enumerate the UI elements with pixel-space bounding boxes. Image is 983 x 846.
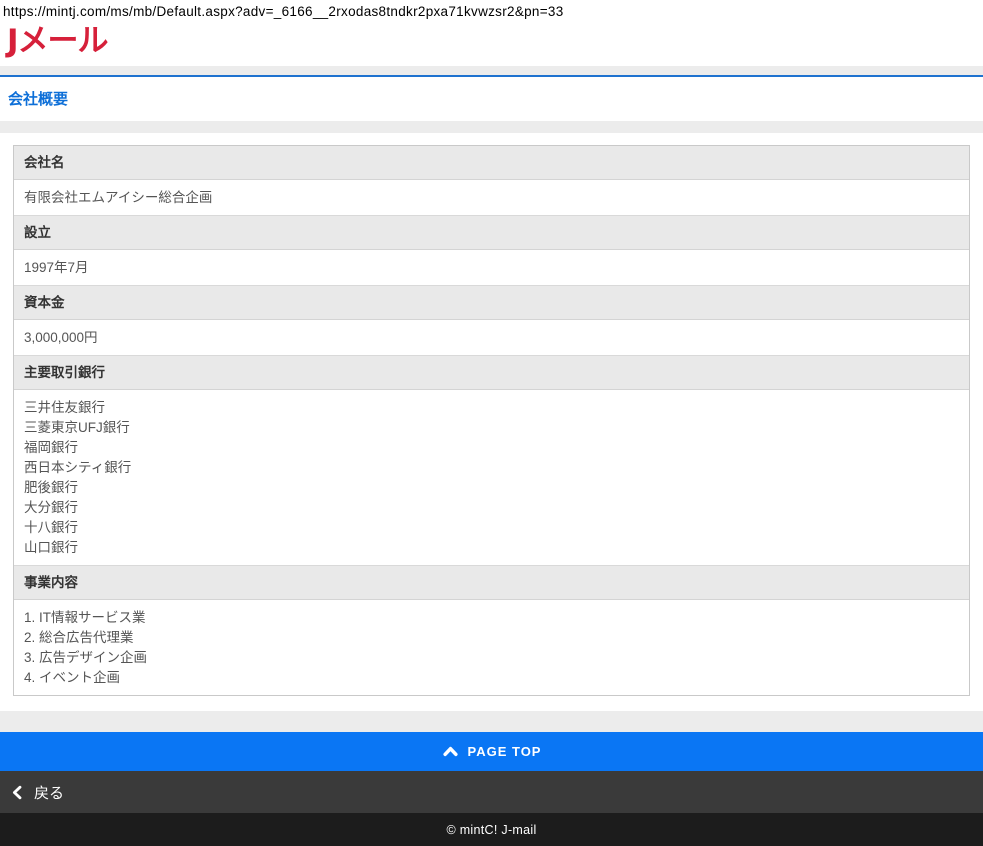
table-value-line: 3. 広告デザイン企画	[24, 648, 959, 668]
table-value-line: 4. イベント企画	[24, 668, 959, 688]
table-value-line: 大分銀行	[24, 498, 959, 518]
table-value-line: 有限会社エムアイシー総合企画	[24, 188, 959, 208]
table-row-header: 設立	[14, 216, 969, 250]
table-row-header: 事業内容	[14, 566, 969, 600]
table-value-line: 十八銀行	[24, 518, 959, 538]
back-label: 戻る	[34, 782, 64, 803]
table-value-line: 福岡銀行	[24, 438, 959, 458]
section-divider-top	[0, 121, 983, 133]
table-value-line: 2. 総合広告代理業	[24, 628, 959, 648]
copyright-text: © mintC! J-mail	[446, 823, 536, 837]
section-divider-bottom	[0, 711, 983, 732]
jmail-logo[interactable]: Jメール	[7, 24, 108, 58]
table-value-line: 西日本シティ銀行	[24, 458, 959, 478]
table-value-line: 3,000,000円	[24, 328, 959, 348]
table-row-value: 有限会社エムアイシー総合企画	[14, 180, 969, 216]
company-overview-section: 会社名有限会社エムアイシー総合企画設立 1997年7月資本金 3,000,000円主…	[0, 145, 983, 696]
site-header: Jメール	[0, 21, 983, 77]
page-top-button[interactable]: PAGE TOP	[0, 732, 983, 771]
page-title-bar: 会社概要	[0, 77, 983, 121]
table-row-header: 会社名	[14, 146, 969, 180]
gap	[0, 696, 983, 711]
gap	[0, 133, 983, 145]
table-row-value: 3,000,000円	[14, 320, 969, 356]
page-title: 会社概要	[8, 91, 68, 108]
back-button[interactable]: 戻る	[0, 771, 983, 813]
chevron-up-icon	[442, 743, 459, 760]
table-row-value: 1997年7月	[14, 250, 969, 286]
site-footer: © mintC! J-mail	[0, 813, 983, 846]
page-url: https://mintj.com/ms/mb/Default.aspx?adv…	[0, 0, 983, 21]
table-value-line: 1997年7月	[24, 258, 959, 278]
table-row-value: 1. IT情報サービス業2. 総合広告代理業3. 広告デザイン企画4. イベント…	[14, 600, 969, 695]
table-row-header: 資本金	[14, 286, 969, 320]
table-value-line: 三菱東京UFJ銀行	[24, 418, 959, 438]
table-value-line: 肥後銀行	[24, 478, 959, 498]
table-value-line: 三井住友銀行	[24, 398, 959, 418]
header-divider	[0, 66, 983, 77]
table-value-line: 1. IT情報サービス業	[24, 608, 959, 628]
table-value-line: 山口銀行	[24, 538, 959, 558]
page-top-label: PAGE TOP	[468, 744, 542, 759]
company-table: 会社名有限会社エムアイシー総合企画設立 1997年7月資本金 3,000,000円主…	[13, 145, 970, 696]
chevron-left-icon	[10, 784, 25, 801]
table-row-value: 三井住友銀行三菱東京UFJ銀行福岡銀行西日本シティ銀行肥後銀行大分銀行十八銀行山…	[14, 390, 969, 566]
table-row-header: 主要取引銀行	[14, 356, 969, 390]
